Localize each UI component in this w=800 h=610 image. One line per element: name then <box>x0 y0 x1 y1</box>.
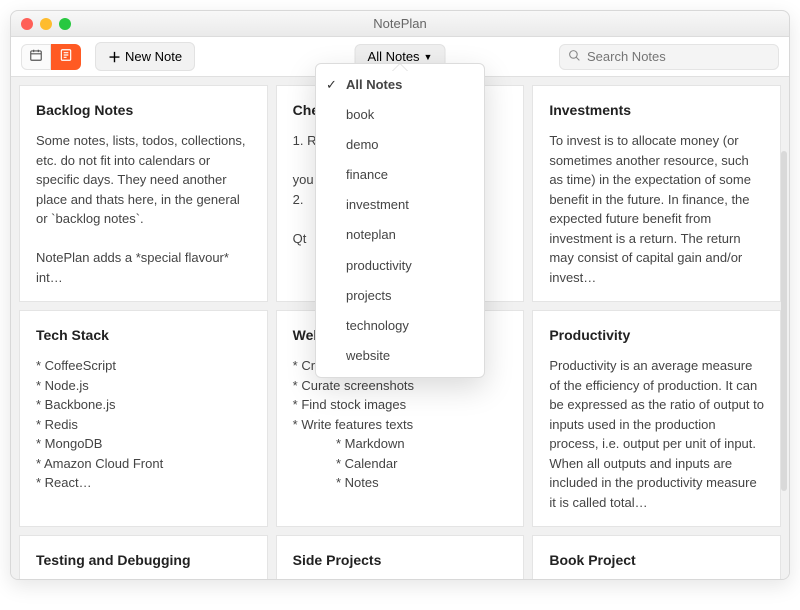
note-card[interactable]: Side ProjectsA side project is for examp… <box>276 535 525 579</box>
note-title: Investments <box>549 100 764 121</box>
notes-view-button[interactable] <box>51 44 81 70</box>
calendar-icon <box>29 48 43 65</box>
close-icon[interactable] <box>21 18 33 30</box>
filter-option[interactable]: technology <box>316 311 484 341</box>
filter-option[interactable]: demo <box>316 130 484 160</box>
note-card[interactable]: Investments To invest is to allocate mone… <box>532 85 781 302</box>
chevron-down-icon: ▼ <box>424 52 433 62</box>
note-title: Tech Stack <box>36 325 251 346</box>
filter-dropdown-menu: All Notesbookdemofinanceinvestmentnotepl… <box>315 63 485 378</box>
scrollbar[interactable] <box>781 151 787 491</box>
filter-option[interactable]: finance <box>316 160 484 190</box>
filter-option[interactable]: projects <box>316 281 484 311</box>
search-icon <box>568 49 581 65</box>
note-card[interactable]: Book ProjectQML books: Qt5 Cadaques, Qml… <box>532 535 781 579</box>
filter-option[interactable]: investment <box>316 190 484 220</box>
note-card[interactable]: Backlog Notes Some notes, lists, todos, c… <box>19 85 268 302</box>
note-card[interactable]: Productivity Productivity is an average m… <box>532 310 781 527</box>
filter-option[interactable]: productivity <box>316 251 484 281</box>
minimize-icon[interactable] <box>40 18 52 30</box>
search-field[interactable] <box>559 44 779 70</box>
titlebar: NotePlan <box>11 11 789 37</box>
note-body: * CoffeeScript * Node.js * Backbone.js *… <box>36 356 251 493</box>
note-title: Book Project <box>549 550 764 571</box>
calendar-view-button[interactable] <box>21 44 51 70</box>
note-body: Some notes, lists, todos, collections, e… <box>36 131 251 287</box>
app-window: NotePlan ＋ New Note All Notes ▼ <box>10 10 790 580</box>
filter-option[interactable]: book <box>316 100 484 130</box>
traffic-lights <box>21 18 71 30</box>
filter-option[interactable]: website <box>316 341 484 371</box>
note-title: Productivity <box>549 325 764 346</box>
search-input[interactable] <box>587 49 770 64</box>
window-title: NotePlan <box>11 16 789 31</box>
note-title: Side Projects <box>293 550 508 571</box>
note-body: To invest is to allocate money (or somet… <box>549 131 764 287</box>
view-toggle <box>21 44 81 70</box>
note-title: Testing and Debugging <box>36 550 251 571</box>
new-note-button[interactable]: ＋ New Note <box>95 42 195 71</box>
notes-icon <box>59 48 73 65</box>
zoom-icon[interactable] <box>59 18 71 30</box>
note-card[interactable]: Tech Stack * CoffeeScript * Node.js * Bac… <box>19 310 268 527</box>
note-body: Productivity is an average measure of th… <box>549 356 764 512</box>
plus-icon: ＋ <box>108 47 121 66</box>
note-title: Backlog Notes <box>36 100 251 121</box>
filter-option[interactable]: noteplan <box>316 220 484 250</box>
note-card[interactable]: Testing and DebuggingTesting and debuggi… <box>19 535 268 579</box>
filter-option[interactable]: All Notes <box>316 70 484 100</box>
new-note-label: New Note <box>125 49 182 64</box>
